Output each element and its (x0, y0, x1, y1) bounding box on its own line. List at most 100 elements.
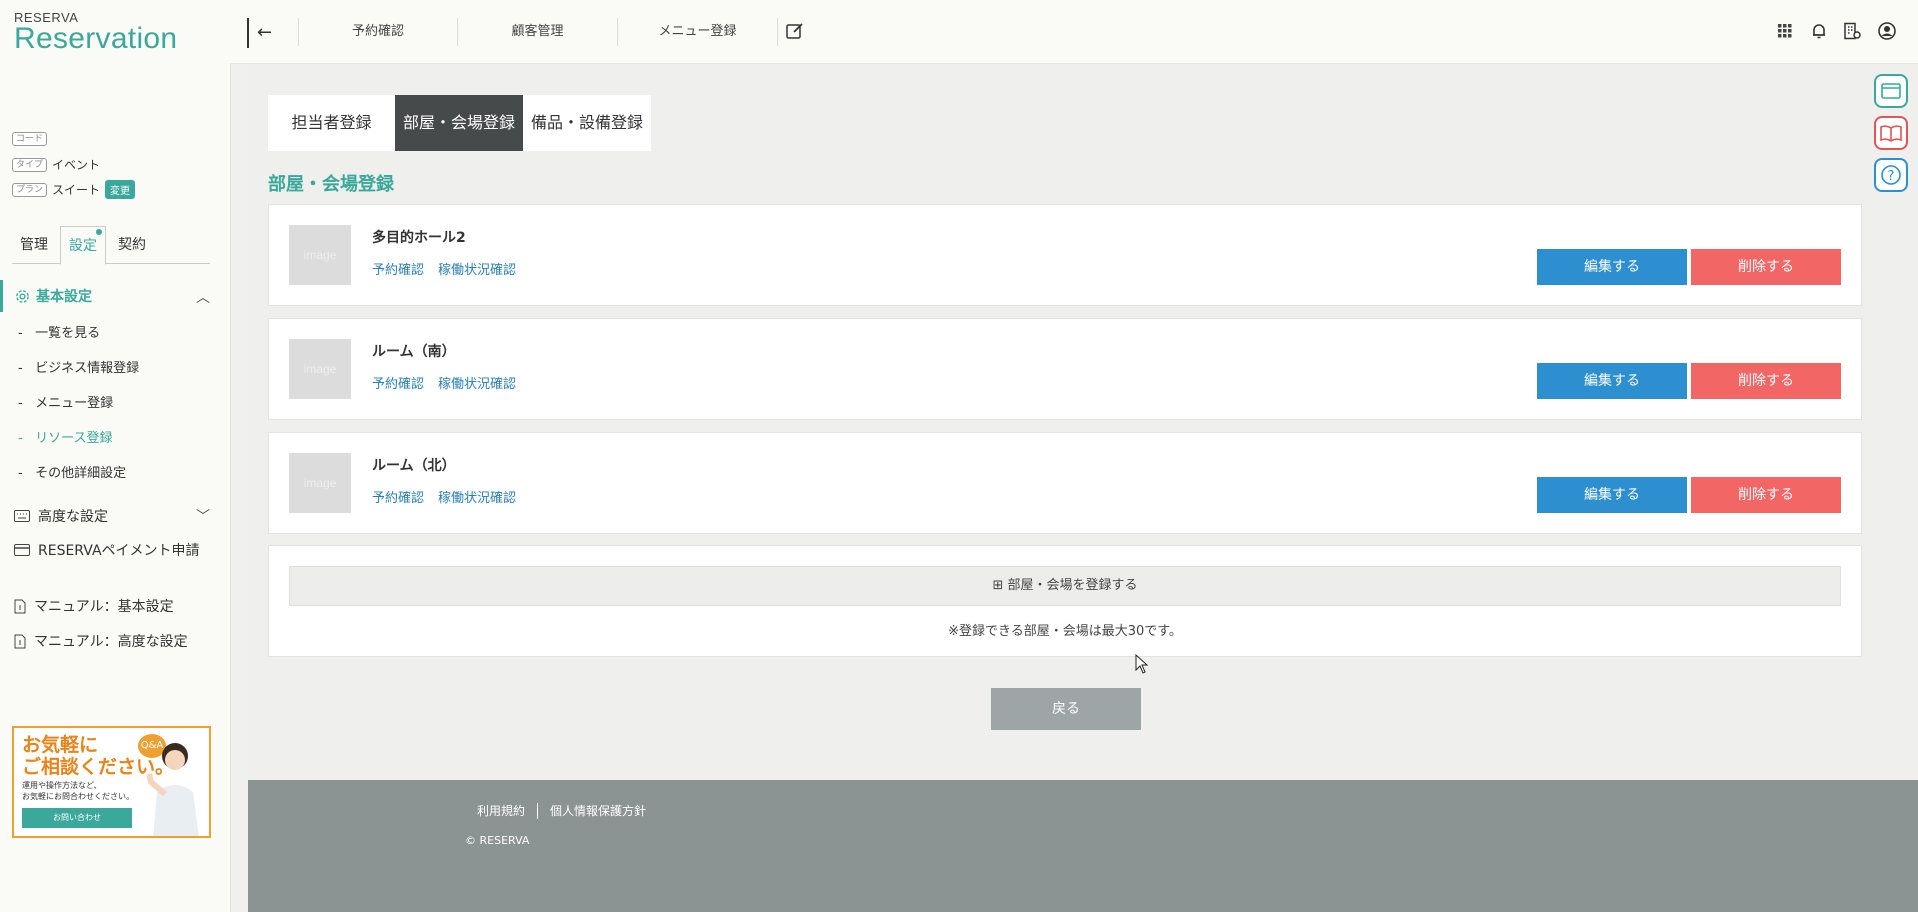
nav-manual-basic[interactable]: マニュアル：基本設定 (14, 596, 174, 616)
sidebar-item-resource[interactable]: - リソース登録 (18, 427, 112, 446)
book-icon[interactable] (1874, 116, 1908, 150)
nav-payment-label: RESERVAペイメント申請 (38, 543, 200, 559)
sidebar-item-list-label: 一覧を見る (35, 326, 101, 341)
meta-plan-value: スイート (52, 183, 101, 197)
terms-link[interactable]: 利用規約 (465, 802, 537, 819)
tab-equipment-registration[interactable]: 備品・設備登録 (523, 95, 651, 151)
meta-type-tag: タイプ (12, 157, 48, 172)
copyright: © RESERVA (465, 834, 530, 847)
resource-links: 予約確認 稼働状況確認 (372, 373, 516, 392)
meta-plan: プラン スイート 変更 (12, 180, 136, 199)
help-support-icon[interactable]: ? (1874, 158, 1908, 192)
meta-plan-tag: プラン (12, 182, 48, 197)
sidebar-item-other[interactable]: - その他詳細設定 (18, 462, 126, 481)
user-avatar-icon[interactable] (1878, 22, 1896, 40)
resource-image-placeholder: image (289, 225, 351, 285)
sidebar-item-resource-label: リソース登録 (35, 431, 113, 446)
delete-button[interactable]: 削除する (1691, 477, 1841, 513)
building-settings-icon[interactable] (1843, 22, 1861, 40)
nav-manual-basic-label: マニュアル：基本設定 (34, 599, 174, 615)
resource-name: ルーム（北） (372, 458, 456, 474)
resource-image-placeholder: image (289, 453, 351, 513)
footer-links: 利用規約 個人情報保護方針 (465, 802, 658, 819)
back-arrow-icon[interactable]: ← (247, 18, 272, 48)
tab-contract[interactable]: 契約 (110, 226, 154, 264)
sidebar: RESERVA Reservation コード タイプ イベント プラン スイー… (0, 0, 230, 912)
notification-dot (96, 229, 102, 235)
add-resource-card: ⊞ 部屋・会場を登録する ※登録できる部屋・会場は最大30です。 (268, 545, 1862, 657)
resource-name: 多目的ホール2 (372, 230, 466, 246)
tab-manage[interactable]: 管理 (12, 226, 56, 264)
tab-room-registration[interactable]: 部屋・会場登録 (395, 95, 523, 151)
sidebar-item-list[interactable]: - 一覧を見る (18, 322, 100, 341)
nav-manual-advanced[interactable]: マニュアル：高度な設定 (14, 631, 188, 651)
edit-button[interactable]: 編集する (1537, 249, 1687, 285)
mouse-cursor-icon (1135, 654, 1149, 674)
edit-icon[interactable] (786, 22, 804, 40)
sidebar-tabs: 管理 設定 契約 (12, 226, 210, 265)
top-nav-customers[interactable]: 顧客管理 (458, 18, 618, 46)
resource-name: ルーム（南） (372, 344, 456, 360)
browser-window-icon[interactable] (1874, 74, 1908, 108)
sidebar-item-business-label: ビジネス情報登録 (35, 361, 140, 376)
resource-image-placeholder: image (289, 339, 351, 399)
chevron-down-icon: ﹀ (196, 509, 210, 525)
svg-text:?: ? (1888, 169, 1895, 184)
top-nav-menu[interactable]: メニュー登録 (618, 18, 778, 46)
meta-code: コード (12, 132, 48, 146)
keyboard-icon (14, 510, 30, 522)
add-room-button[interactable]: ⊞ 部屋・会場を登録する (289, 566, 1841, 606)
tab-settings-label: 設定 (69, 238, 97, 254)
back-button[interactable]: 戻る (991, 688, 1141, 730)
footer: 利用規約 個人情報保護方針 © RESERVA (248, 780, 1918, 912)
resource-card: image ルーム（南） 予約確認 稼働状況確認 編集する 削除する (268, 318, 1862, 420)
support-person-image (146, 743, 199, 836)
edit-button[interactable]: 編集する (1537, 363, 1687, 399)
resource-card: image 多目的ホール2 予約確認 稼働状況確認 編集する 削除する (268, 204, 1862, 306)
card-icon (14, 544, 30, 556)
privacy-link[interactable]: 個人情報保護方針 (538, 802, 658, 819)
top-nav-reservation[interactable]: 予約確認 (298, 18, 458, 46)
contact-promo-banner[interactable]: お気軽に ご相談ください。 Q&A 運用や操作方法など、 お気軽にお問合わせくだ… (12, 726, 211, 838)
meta-type: タイプ イベント (12, 156, 100, 173)
document-icon (14, 599, 26, 613)
main-content (248, 64, 1918, 780)
delete-button[interactable]: 削除する (1691, 249, 1841, 285)
meta-code-tag: コード (12, 132, 48, 146)
meta-type-value: イベント (52, 158, 101, 172)
utilization-check-link[interactable]: 稼働状況確認 (438, 373, 516, 392)
reservation-check-link[interactable]: 予約確認 (372, 373, 424, 392)
resource-card: image ルーム（北） 予約確認 稼働状況確認 編集する 削除する (268, 432, 1862, 534)
plan-change-badge[interactable]: 変更 (105, 180, 136, 199)
sidebar-item-menu-label: メニュー登録 (35, 396, 114, 411)
gear-icon (16, 289, 29, 303)
nav-advanced-label: 高度な設定 (38, 509, 108, 525)
resource-links: 予約確認 稼働状況確認 (372, 259, 516, 278)
document-icon (14, 634, 26, 648)
reservation-check-link[interactable]: 予約確認 (372, 487, 424, 506)
utilization-check-link[interactable]: 稼働状況確認 (438, 259, 516, 278)
chevron-up-icon: ︿ (196, 290, 210, 306)
nav-payment[interactable]: RESERVAペイメント申請 (14, 540, 200, 560)
delete-button[interactable]: 削除する (1691, 363, 1841, 399)
sidebar-scrollbar[interactable] (230, 64, 248, 912)
nav-basic-settings-label: 基本設定 (36, 289, 92, 305)
sidebar-item-other-label: その他詳細設定 (35, 466, 127, 481)
promo-desc: 運用や操作方法など、 お気軽にお問合わせください。 (22, 781, 134, 801)
promo-contact-button[interactable]: お問い合わせ (22, 808, 132, 828)
tab-staff-registration[interactable]: 担当者登録 (268, 95, 395, 151)
reservation-check-link[interactable]: 予約確認 (372, 259, 424, 278)
sidebar-item-business[interactable]: - ビジネス情報登録 (18, 357, 139, 376)
sidebar-item-menu[interactable]: - メニュー登録 (18, 392, 113, 411)
bell-icon[interactable] (1810, 22, 1828, 40)
max-resources-note: ※登録できる部屋・会場は最大30です。 (948, 624, 1182, 639)
edit-button[interactable]: 編集する (1537, 477, 1687, 513)
page-title: 部屋・会場登録 (268, 174, 394, 195)
nav-basic-settings[interactable]: 基本設定 ︿ (0, 280, 216, 312)
grid-icon[interactable] (1776, 22, 1794, 40)
nav-advanced-settings[interactable]: 高度な設定 ﹀ (14, 506, 210, 526)
tab-settings[interactable]: 設定 (60, 226, 106, 265)
logo[interactable]: Reservation (14, 22, 177, 56)
utilization-check-link[interactable]: 稼働状況確認 (438, 487, 516, 506)
nav-manual-advanced-label: マニュアル：高度な設定 (34, 634, 188, 650)
